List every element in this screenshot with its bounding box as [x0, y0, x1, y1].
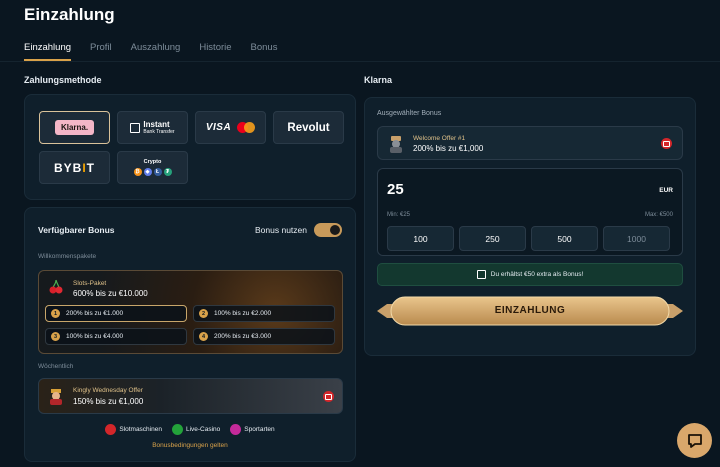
max-amount: Max: €500: [644, 212, 673, 218]
quick-amount-250[interactable]: 250: [459, 226, 526, 251]
mastercard-icon: [237, 122, 256, 133]
gift-icon: [476, 270, 486, 279]
currency-label: EUR: [659, 187, 673, 194]
payment-crypto[interactable]: Crypto ₿ ◆ Ł ₮: [117, 151, 188, 184]
category-slots: Slotmaschinen: [105, 424, 162, 435]
min-amount: Min: €25: [387, 212, 411, 218]
payment-visa-mastercard[interactable]: VISA: [195, 111, 266, 144]
instant-label: Instant: [143, 119, 170, 129]
ethereum-icon: ◆: [143, 168, 152, 176]
quick-amount-1000[interactable]: 1000: [603, 226, 670, 251]
use-bonus-toggle[interactable]: [314, 223, 342, 237]
bank-transfer-label: Bank Transfer: [143, 128, 175, 135]
slots-category-icon: [323, 391, 334, 402]
slots-package-card[interactable]: Slots-Paket 600% bis zu €10.000 1 200% b…: [38, 270, 343, 354]
slots-tier-3[interactable]: 3 100% bis zu €4.000: [45, 328, 187, 345]
tabs-divider: [0, 61, 720, 62]
bonus-terms-link[interactable]: Bonusbedingungen gelten: [25, 442, 355, 449]
selected-bonus-desc: 200% bis zu €1,000: [413, 144, 484, 153]
tab-profil[interactable]: Profil: [90, 42, 112, 61]
page-title: Einzahlung: [24, 5, 115, 24]
slots-tier-4[interactable]: 4 200% bis zu €3.000: [193, 328, 335, 345]
tab-einzahlung[interactable]: Einzahlung: [24, 42, 72, 61]
welcome-offer-icon: [390, 136, 402, 153]
bonus-categories: Slotmaschinen Live-Casino Sportarten: [25, 424, 355, 435]
selected-bonus-label: Ausgewählter Bonus: [377, 110, 442, 117]
klarna-panel: Ausgewählter Bonus Welcome Offer #1 200%…: [364, 97, 696, 356]
amount-limits: Min: €25 Max: €500: [387, 212, 673, 218]
category-live-casino: Live-Casino: [171, 424, 220, 435]
payment-revolut[interactable]: Revolut: [273, 111, 344, 144]
litecoin-icon: Ł: [153, 168, 162, 176]
tether-icon: ₮: [163, 168, 172, 176]
slots-tier-1[interactable]: 1 200% bis zu €1.000: [45, 305, 187, 322]
bonus-panel: Verfügbarer Bonus Bonus nutzen Willkomme…: [24, 207, 356, 462]
cherry-icon: [49, 279, 63, 294]
bybit-logo: BYBIT: [53, 160, 96, 175]
live-casino-icon: [171, 424, 183, 435]
bank-icon: [130, 122, 141, 133]
amount-input[interactable]: 25: [387, 181, 404, 198]
available-bonus-title: Verfügbarer Bonus: [38, 225, 115, 235]
quick-amount-500[interactable]: 500: [531, 226, 598, 251]
deposit-button-label: EINZAHLUNG: [494, 305, 566, 316]
slot-machine-icon: [105, 424, 117, 435]
payment-method-panel: Klarna. Instant Bank Transfer VISA Revol…: [24, 94, 356, 200]
tab-auszahlung[interactable]: Auszahlung: [131, 42, 181, 61]
crypto-label: Crypto: [143, 159, 162, 165]
tab-bar: Einzahlung Profil Auszahlung Historie Bo…: [24, 42, 277, 61]
amount-input-box[interactable]: 25 EUR Min: €25 Max: €500 100 250 500 10…: [377, 168, 683, 256]
category-sports: Sportarten: [230, 424, 275, 435]
king-character-icon: [50, 389, 62, 405]
tab-historie[interactable]: Historie: [199, 42, 231, 61]
slots-category-icon: [661, 138, 672, 149]
kingly-wednesday-card[interactable]: Kingly Wednesday Offer 150% bis zu €1,00…: [38, 378, 343, 414]
selected-bonus-name: Welcome Offer #1: [413, 135, 466, 142]
klarna-logo: Klarna.: [54, 120, 95, 135]
welcome-packages-label: Willkommenspakete: [38, 253, 97, 260]
bitcoin-icon: ₿: [133, 168, 142, 176]
payment-instant-bank-transfer[interactable]: Instant Bank Transfer: [117, 111, 188, 144]
klarna-section-title: Klarna: [364, 75, 393, 85]
visa-logo: VISA: [205, 122, 232, 133]
sports-icon: [230, 424, 242, 435]
quick-amount-100[interactable]: 100: [387, 226, 454, 251]
selected-bonus-card[interactable]: Welcome Offer #1 200% bis zu €1,000: [377, 126, 683, 160]
crypto-coins: ₿ ◆ Ł ₮: [133, 168, 172, 176]
slots-package-name: Slots-Paket: [73, 280, 107, 287]
payment-method-title: Zahlungsmethode: [24, 75, 102, 85]
live-chat-button[interactable]: [677, 423, 712, 458]
payment-klarna[interactable]: Klarna.: [39, 111, 110, 144]
slots-tier-2[interactable]: 2 100% bis zu €2.000: [193, 305, 335, 322]
extra-bonus-notice: Du erhältst €50 extra als Bonus!: [377, 263, 683, 286]
revolut-logo: Revolut: [287, 121, 330, 134]
slots-package-desc: 600% bis zu €10.000: [73, 289, 148, 298]
use-bonus-label: Bonus nutzen: [255, 225, 307, 235]
extra-bonus-text: Du erhältst €50 extra als Bonus!: [490, 271, 584, 278]
tab-bonus[interactable]: Bonus: [251, 42, 278, 61]
weekly-label: Wöchentlich: [38, 363, 74, 370]
quick-amounts: 100 250 500 1000: [387, 226, 670, 251]
deposit-button[interactable]: EINZAHLUNG: [377, 295, 683, 327]
chat-icon: [687, 433, 702, 448]
payment-bybit[interactable]: BYBIT: [39, 151, 110, 184]
kingly-offer-desc: 150% bis zu €1,000: [73, 397, 144, 406]
kingly-offer-name: Kingly Wednesday Offer: [73, 387, 143, 394]
